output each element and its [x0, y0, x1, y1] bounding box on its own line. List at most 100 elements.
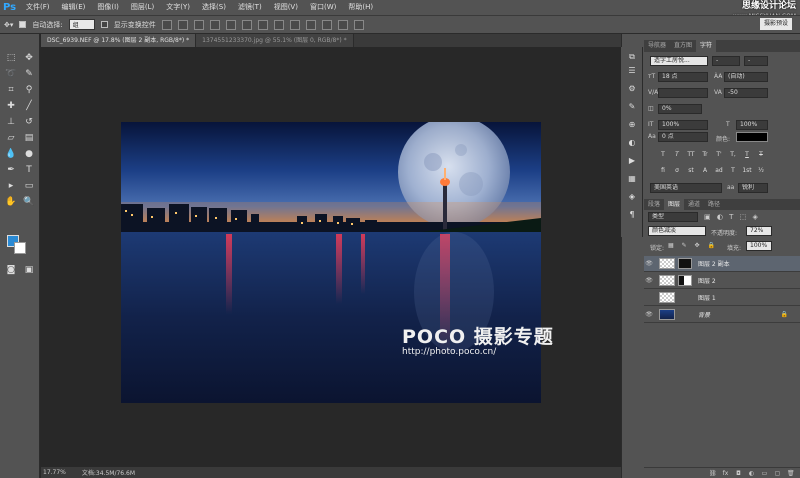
adjustment-layer-icon[interactable]: ◐ [748, 470, 755, 477]
zoom-level[interactable]: 17.77% [43, 469, 66, 476]
distribute-bottom-icon[interactable] [289, 19, 300, 30]
brush-tool-icon[interactable]: ╱ [21, 101, 37, 112]
eye-icon[interactable]: 👁 [644, 277, 654, 284]
move-tool-icon[interactable]: ✥ [21, 53, 37, 64]
menu-file[interactable]: 文件(F) [20, 0, 56, 15]
align-vcenter-icon[interactable] [177, 19, 188, 30]
doc-size[interactable]: 文档:34.5M/76.6M [82, 468, 135, 477]
font-size-field[interactable]: 18 点 [658, 72, 708, 82]
quick-select-tool-icon[interactable]: ✎ [21, 69, 37, 80]
tab-layers[interactable]: 图层 [664, 199, 685, 210]
menu-image[interactable]: 图像(I) [91, 0, 125, 15]
ligature-button[interactable]: fi [658, 166, 668, 176]
filter-icons[interactable]: ▣ ◐ T ⬚ ◈ [704, 213, 760, 221]
eraser-tool-icon[interactable]: ▱ [3, 133, 19, 144]
eye-icon[interactable]: 👁 [644, 311, 654, 318]
superscript-button[interactable]: T' [714, 150, 724, 160]
pen-tool-icon[interactable]: ✒ [3, 165, 19, 176]
eyedropper-tool-icon[interactable]: ⚲ [21, 85, 37, 96]
opacity-field[interactable]: 72% [746, 226, 772, 236]
properties-panel-icon[interactable]: ☰ [625, 65, 639, 76]
blend-mode-select[interactable]: 颜色减淡 [648, 226, 706, 236]
strikethrough-button[interactable]: T [756, 150, 766, 160]
titling-alt-button[interactable]: ad [714, 166, 724, 176]
tsume-field[interactable]: 0% [658, 104, 702, 114]
underline-button[interactable]: T [742, 150, 752, 160]
tab-navigator[interactable]: 导航器 [644, 40, 670, 52]
history-brush-tool-icon[interactable]: ↺ [21, 117, 37, 128]
auto-align-icon[interactable] [353, 19, 364, 30]
tab-1374551233370[interactable]: 1374551233370.jpg @ 55.1% (图层 0, RGB/8*)… [196, 34, 354, 47]
menu-view[interactable]: 视图(V) [268, 0, 304, 15]
tab-dsc6939[interactable]: DSC_6939.NEF @ 17.8% (图层 2 副本, RGB/8*) * [41, 34, 197, 47]
type-tool-icon[interactable]: T [21, 165, 37, 176]
eye-icon[interactable]: 👁 [644, 260, 654, 267]
lock-icons[interactable]: ▦ ✎ ✥ 🔒 [668, 242, 718, 249]
blur-tool-icon[interactable]: 💧 [3, 149, 19, 160]
history-panel-icon[interactable]: ⧉ [625, 51, 639, 62]
horizontal-scale-field[interactable]: 100% [736, 120, 768, 130]
ordinals-button[interactable]: 1st [742, 166, 752, 176]
align-left-icon[interactable] [209, 19, 220, 30]
layer-row[interactable]: 图层 1 [644, 290, 800, 306]
align-hcenter-icon[interactable] [225, 19, 236, 30]
gradient-tool-icon[interactable]: ▤ [21, 133, 37, 144]
menu-edit[interactable]: 编辑(E) [56, 0, 92, 15]
all-caps-button[interactable]: TT [686, 150, 696, 160]
healing-tool-icon[interactable]: ✚ [3, 101, 19, 112]
distribute-left-icon[interactable] [305, 19, 316, 30]
faux-italic-button[interactable]: T [672, 150, 682, 160]
font-family-select[interactable]: 造字工房悦... [650, 56, 708, 66]
menu-select[interactable]: 选择(S) [196, 0, 232, 15]
distribute-right-icon[interactable] [337, 19, 348, 30]
subscript-button[interactable]: T, [728, 150, 738, 160]
small-caps-button[interactable]: Tr [700, 150, 710, 160]
new-layer-icon[interactable]: ▢ [774, 470, 781, 477]
swash-button[interactable]: st [686, 166, 696, 176]
discretionary-ligature-button[interactable]: σ [672, 166, 682, 176]
actions-panel-icon[interactable]: ▶ [625, 155, 639, 166]
text-color-swatch[interactable] [736, 132, 768, 142]
marquee-tool-icon[interactable]: ⬚ [3, 53, 19, 64]
rectangle-tool-icon[interactable]: ▭ [21, 181, 37, 192]
align-bottom-icon[interactable] [193, 19, 204, 30]
menu-layer[interactable]: 图层(L) [125, 0, 160, 15]
ornaments-button[interactable]: T [728, 166, 738, 176]
tab-paragraph[interactable]: 段落 [644, 199, 664, 210]
dodge-tool-icon[interactable]: ● [21, 149, 37, 160]
distribute-hcenter-icon[interactable] [321, 19, 332, 30]
stamp-tool-icon[interactable]: ⊥ [3, 117, 19, 128]
screen-mode-icon[interactable]: ▣ [21, 265, 37, 276]
delete-layer-icon[interactable]: 🗑 [787, 470, 795, 477]
align-top-icon[interactable] [161, 19, 172, 30]
menu-help[interactable]: 帮助(H) [342, 0, 379, 15]
align-right-icon[interactable] [241, 19, 252, 30]
zoom-tool-icon[interactable]: 🔍 [21, 197, 37, 208]
add-mask-icon[interactable]: ◘ [735, 470, 742, 477]
fill-field[interactable]: 100% [746, 241, 772, 251]
auto-select-dropdown[interactable]: 组 [68, 19, 95, 30]
faux-bold-button[interactable]: T [658, 150, 668, 160]
link-layers-icon[interactable]: ⛓ [709, 470, 717, 477]
show-transform-checkbox[interactable] [100, 21, 108, 28]
auto-select-checkbox[interactable] [19, 21, 27, 28]
language-select[interactable]: 美国英语 [650, 183, 722, 193]
tab-character[interactable]: 字符 [696, 40, 717, 52]
tab-paths[interactable]: 路径 [704, 199, 724, 210]
menu-filter[interactable]: 滤镜(T) [232, 0, 268, 15]
font-style-extra-select[interactable]: - [744, 56, 768, 66]
path-select-tool-icon[interactable]: ▸ [3, 181, 19, 192]
layer-kind-filter[interactable]: 类型 [648, 212, 698, 222]
vertical-scale-field[interactable]: 100% [658, 120, 708, 130]
baseline-field[interactable]: 0 点 [658, 132, 708, 142]
layer-style-icon[interactable]: fx [722, 470, 729, 477]
leading-field[interactable]: (自动) [724, 72, 768, 82]
adjustments-panel-icon[interactable]: ◐ [625, 137, 639, 148]
canvas-photo[interactable] [121, 122, 541, 403]
lasso-tool-icon[interactable]: ➰ [3, 69, 19, 80]
new-group-icon[interactable]: ▭ [761, 470, 768, 477]
layer-row[interactable]: 👁 背景 🔒 [644, 307, 800, 323]
quick-mask-icon[interactable]: ◙ [3, 265, 19, 276]
hand-tool-icon[interactable]: ✋ [3, 197, 19, 208]
crop-tool-icon[interactable]: ⌗ [3, 85, 19, 96]
